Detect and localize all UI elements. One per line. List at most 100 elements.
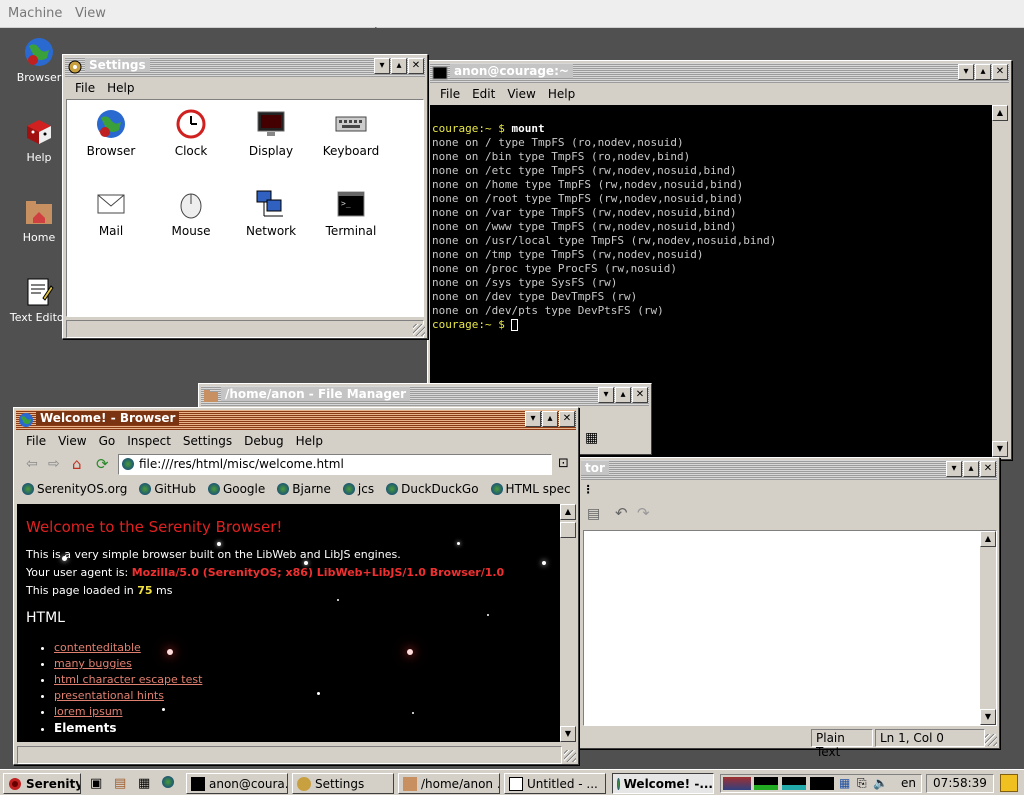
maximize-button[interactable]: ▴: [963, 461, 979, 477]
scroll-down-button[interactable]: ▼: [560, 726, 576, 742]
back-arrow-icon[interactable]: ⇦: [26, 456, 38, 472]
bookmark-icon[interactable]: ⊡: [558, 456, 569, 471]
menu-file[interactable]: File: [69, 81, 101, 95]
menu-debug[interactable]: Debug: [238, 434, 289, 448]
scroll-up-button[interactable]: ▲: [560, 504, 576, 520]
bookmark-item[interactable]: GitHub: [133, 482, 202, 496]
scroll-up-button[interactable]: ▲: [992, 105, 1008, 121]
settings-item-keyboard[interactable]: Keyboard: [311, 108, 391, 158]
menu-view[interactable]: View: [75, 6, 106, 21]
bookmark-item[interactable]: DuckDuckGo: [380, 482, 484, 496]
settings-titlebar[interactable]: Settings ▾ ▴ ✕: [65, 57, 425, 77]
volume-icon[interactable]: 🔈: [873, 776, 888, 790]
task-button-browser[interactable]: Welcome! -...: [612, 773, 714, 794]
maximize-button[interactable]: ▴: [975, 64, 991, 80]
settings-item-mail[interactable]: Mail: [71, 188, 151, 238]
view-columns-icon[interactable]: ▦: [585, 430, 598, 446]
minimize-button[interactable]: ▾: [598, 387, 614, 403]
forward-arrow-icon[interactable]: ⇨: [48, 456, 60, 472]
scroll-thumb[interactable]: [560, 522, 576, 538]
page-link[interactable]: presentational hints: [54, 689, 164, 702]
browser-launcher-icon[interactable]: [162, 776, 174, 788]
page-link[interactable]: lorem ipsum: [54, 705, 123, 718]
redo-icon[interactable]: ↷: [637, 504, 650, 522]
text-editor-launcher-icon[interactable]: ▦: [138, 776, 150, 791]
undo-icon[interactable]: ↶: [615, 504, 628, 522]
terminal-scrollbar[interactable]: ▲ ▼: [992, 105, 1008, 457]
close-button[interactable]: ✕: [408, 58, 424, 74]
terminal-titlebar[interactable]: anon@courage:~ ▾ ▴ ✕: [430, 63, 1009, 83]
keyboard-layout-indicator[interactable]: en: [901, 776, 916, 790]
bookmark-item[interactable]: SerenityOS.org: [16, 482, 133, 496]
menu-settings[interactable]: Settings: [177, 434, 238, 448]
menu-view[interactable]: View: [52, 434, 92, 448]
menu-view[interactable]: View: [501, 87, 541, 101]
start-button[interactable]: Serenity: [3, 773, 81, 794]
text-editor-titlebar[interactable]: tor ▾ ▴ ✕: [581, 460, 997, 480]
menu-help[interactable]: Help: [290, 434, 329, 448]
settings-item-browser[interactable]: Browser: [71, 108, 151, 158]
text-editor-scrollbar[interactable]: ▲ ▼: [980, 531, 996, 725]
url-input[interactable]: file:///res/html/misc/welcome.html: [118, 454, 552, 475]
clock[interactable]: 07:58:39: [926, 774, 994, 793]
close-button[interactable]: ✕: [992, 64, 1008, 80]
settings-item-network[interactable]: Network: [231, 188, 311, 238]
copy-icon[interactable]: ▤: [587, 506, 600, 522]
terminal-line: none on /sys type SysFS (rw): [432, 276, 618, 289]
maximize-button[interactable]: ▴: [391, 58, 407, 74]
menu-help[interactable]: Help: [542, 87, 581, 101]
reload-icon[interactable]: ⟳: [96, 455, 109, 473]
menu-file[interactable]: File: [434, 87, 466, 101]
browser-scrollbar[interactable]: ▲ ▼: [560, 504, 576, 742]
menu-inspect[interactable]: Inspect: [121, 434, 177, 448]
page-link[interactable]: html character escape test: [54, 673, 202, 686]
workspace-switcher-icon[interactable]: [723, 777, 751, 790]
scroll-up-button[interactable]: ▲: [980, 531, 996, 547]
task-button-text-editor[interactable]: Untitled - ...: [504, 773, 606, 794]
resize-grip[interactable]: [564, 750, 576, 762]
bookmark-item[interactable]: Bjarne: [271, 482, 337, 496]
resize-grip[interactable]: [985, 734, 997, 746]
settings-item-terminal[interactable]: >_ Terminal: [311, 188, 391, 238]
notification-icon[interactable]: [1000, 774, 1018, 792]
home-icon[interactable]: ⌂: [72, 455, 82, 473]
close-button[interactable]: ✕: [559, 411, 575, 427]
text-editor-area[interactable]: ▲ ▼: [583, 530, 997, 726]
menu-edit[interactable]: Edit: [466, 87, 501, 101]
resize-grip[interactable]: [413, 324, 425, 336]
close-button[interactable]: ✕: [632, 387, 648, 403]
page-link[interactable]: contenteditable: [54, 641, 141, 654]
scroll-down-button[interactable]: ▼: [992, 441, 1008, 457]
settings-item-mouse[interactable]: Mouse: [151, 188, 231, 238]
maximize-button[interactable]: ▴: [615, 387, 631, 403]
menu-file[interactable]: File: [20, 434, 52, 448]
task-button-settings[interactable]: Settings: [292, 773, 394, 794]
terminal-launcher-icon[interactable]: ▣: [90, 776, 102, 791]
web-page-view[interactable]: Welcome to the Serenity Browser! This is…: [17, 504, 560, 742]
minimize-button[interactable]: ▾: [958, 64, 974, 80]
menu-go[interactable]: Go: [93, 434, 122, 448]
clipboard-icon[interactable]: ⎘: [857, 776, 867, 791]
menu-machine[interactable]: Machine: [8, 6, 62, 21]
bookmark-item[interactable]: jcs: [337, 482, 380, 496]
browser-titlebar[interactable]: Welcome! - Browser ▾ ▴ ✕: [16, 410, 576, 430]
bookmark-item[interactable]: Google: [202, 482, 271, 496]
scroll-down-button[interactable]: ▼: [980, 709, 996, 725]
file-manager-launcher-icon[interactable]: ▤: [114, 776, 126, 791]
minimize-button[interactable]: ▾: [374, 58, 390, 74]
page-link[interactable]: many buggies: [54, 657, 132, 670]
close-button[interactable]: ✕: [980, 461, 996, 477]
minimize-button[interactable]: ▾: [946, 461, 962, 477]
settings-item-clock[interactable]: Clock: [151, 108, 231, 158]
minimize-button[interactable]: ▾: [525, 411, 541, 427]
network-icon[interactable]: ▦: [839, 776, 850, 790]
settings-item-display[interactable]: Display: [231, 108, 311, 158]
more-bookmarks-icon[interactable]: ⋮: [583, 483, 594, 496]
task-button-terminal[interactable]: anon@coura...: [186, 773, 288, 794]
mail-icon: [95, 188, 127, 220]
task-button-file-manager[interactable]: /home/anon ...: [398, 773, 500, 794]
menu-help[interactable]: Help: [101, 81, 140, 95]
maximize-button[interactable]: ▴: [542, 411, 558, 427]
bookmark-item[interactable]: HTML spec: [485, 482, 577, 496]
file-manager-titlebar[interactable]: /home/anon - File Manager ▾ ▴ ✕: [201, 386, 649, 406]
